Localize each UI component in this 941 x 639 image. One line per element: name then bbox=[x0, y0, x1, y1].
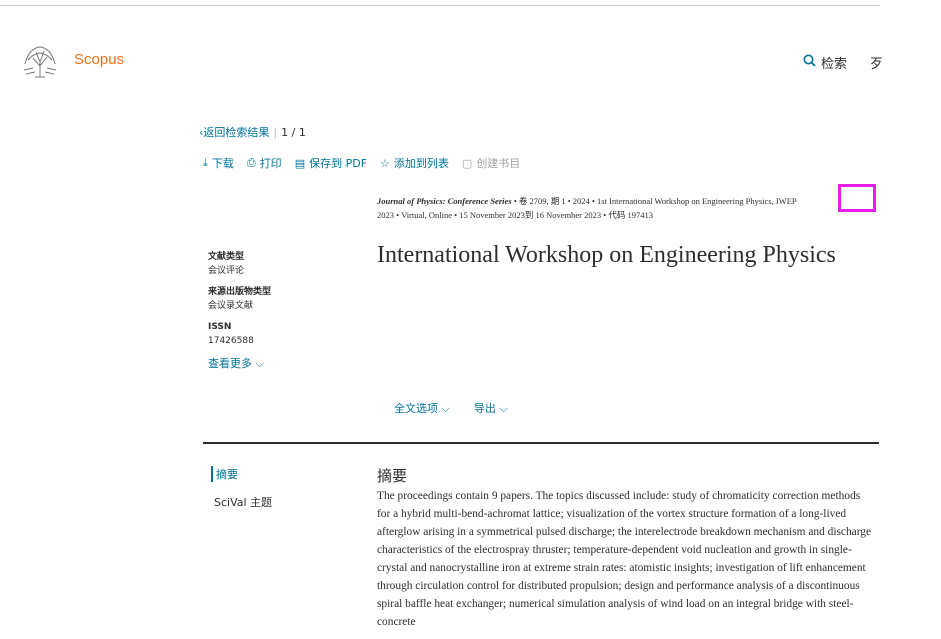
meta-value: 会议评论 bbox=[208, 266, 245, 276]
meta-value: 17426588 bbox=[208, 336, 254, 346]
back-label: 返回检索结果 bbox=[203, 126, 270, 139]
document-options: 全文选项 ⌵ 导出 ⌵ bbox=[394, 400, 508, 416]
abstract-text: The proceedings contain 9 papers. The to… bbox=[377, 490, 872, 628]
star-icon: ☆ bbox=[380, 156, 390, 170]
divider: | bbox=[273, 125, 278, 139]
see-more-label: 查看更多 bbox=[208, 357, 252, 370]
fulltext-label: 全文选项 bbox=[394, 402, 438, 415]
see-more-button[interactable]: 查看更多 ⌵ bbox=[208, 355, 264, 371]
export-label: 导出 bbox=[473, 402, 496, 415]
print-button[interactable]: ⎙ 打印 bbox=[247, 155, 282, 171]
back-to-results-link[interactable]: ‹返回检索结果 bbox=[199, 124, 269, 140]
sidenav-scival[interactable]: SciVal 主题 bbox=[214, 494, 272, 510]
export-button[interactable]: 导出 ⌵ bbox=[474, 400, 508, 416]
abstract-heading: 摘要 bbox=[377, 469, 408, 485]
source-info: Journal of Physics: Conference Series • … bbox=[377, 194, 877, 222]
brand-name[interactable]: Scopus bbox=[74, 51, 124, 68]
search-link[interactable]: 检索 bbox=[803, 53, 847, 72]
search-icon bbox=[803, 54, 816, 71]
meta-label: 来源出版物类型 bbox=[208, 287, 272, 297]
document-toolbar: ⤓ 下载 ⎙ 打印 ▤ 保存到 PDF ☆ 添加到列表 ▢ 创建书目 bbox=[203, 155, 520, 171]
source-details-line2: 2023 • Virtual, Online • 15 November 202… bbox=[377, 210, 653, 220]
document-metadata: 文献类型 会议评论 来源出版物类型 会议录文献 ISSN 17426588 bbox=[208, 250, 271, 355]
section-divider bbox=[203, 442, 879, 444]
highlight-box bbox=[838, 184, 876, 212]
printer-icon: ⎙ bbox=[246, 156, 256, 169]
print-label: 打印 bbox=[259, 157, 282, 170]
source-details: • 卷 2709, 期 1 • 2024 • 1st International… bbox=[513, 196, 797, 206]
download-button[interactable]: ⤓ 下载 bbox=[203, 155, 234, 171]
chevron-down-icon: ⌵ bbox=[441, 402, 450, 415]
sidenav-abstract[interactable]: 摘要 bbox=[211, 466, 238, 482]
breadcrumb: ‹返回检索结果 | 1 / 1 bbox=[199, 124, 306, 140]
fulltext-options-button[interactable]: 全文选项 ⌵ bbox=[394, 400, 450, 416]
pdf-icon: ▤ bbox=[294, 156, 306, 170]
download-label: 下载 bbox=[211, 157, 234, 170]
top-divider bbox=[0, 5, 880, 6]
save-pdf-button[interactable]: ▤ 保存到 PDF bbox=[295, 155, 367, 171]
add-to-list-button[interactable]: ☆ 添加到列表 bbox=[380, 155, 449, 171]
bibliography-icon: ▢ bbox=[461, 156, 473, 170]
chevron-down-icon: ⌵ bbox=[499, 402, 508, 415]
meta-label: ISSN bbox=[208, 322, 232, 332]
chevron-down-icon: ⌵ bbox=[255, 357, 264, 370]
header-menu-clipped[interactable]: 歹 bbox=[870, 53, 883, 72]
save-pdf-label: 保存到 PDF bbox=[309, 157, 368, 170]
elsevier-logo[interactable] bbox=[21, 44, 59, 78]
page-title: International Workshop on Engineering Ph… bbox=[377, 242, 836, 268]
create-bibliography-button[interactable]: ▢ 创建书目 bbox=[462, 155, 520, 171]
journal-link[interactable]: Journal of Physics: Conference Series bbox=[377, 196, 512, 206]
download-icon: ⤓ bbox=[203, 156, 208, 169]
add-list-label: 添加到列表 bbox=[393, 157, 449, 170]
meta-label: 文献类型 bbox=[208, 252, 245, 262]
result-pager: 1 / 1 bbox=[281, 125, 306, 139]
search-label: 检索 bbox=[821, 57, 848, 72]
bibliography-label: 创建书目 bbox=[476, 157, 521, 170]
meta-value: 会议录文献 bbox=[208, 301, 254, 311]
